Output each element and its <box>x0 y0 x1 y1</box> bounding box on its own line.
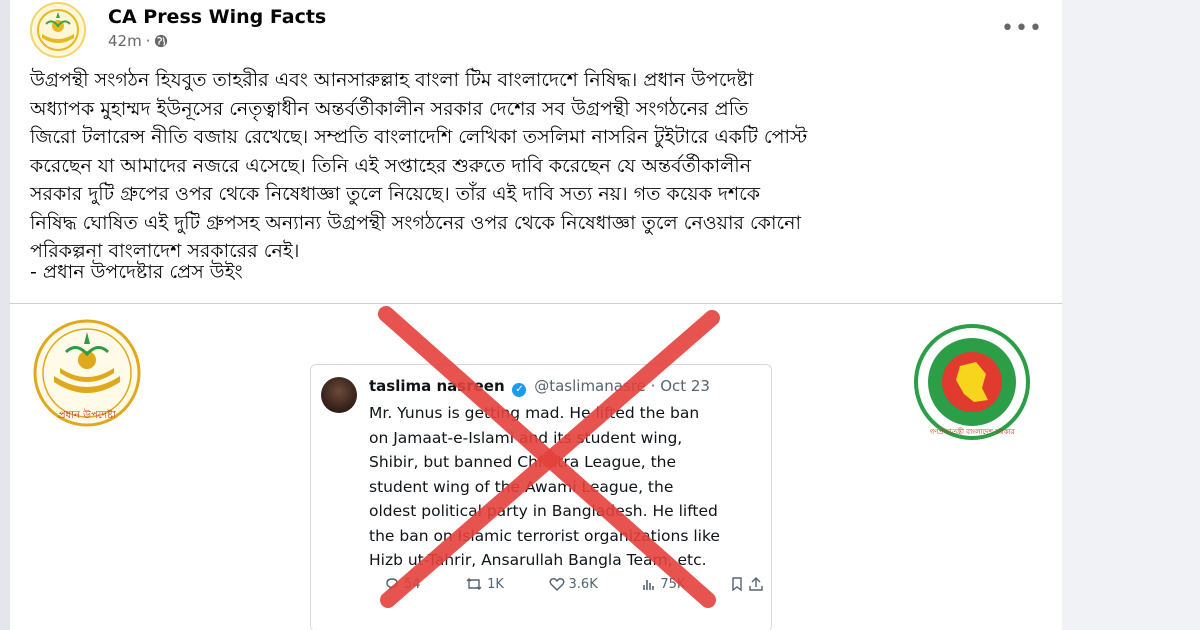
retweet-action: 1K <box>465 576 504 592</box>
facebook-post: CA Press Wing Facts 42m · ••• উগ্রপন্থী … <box>10 0 1062 630</box>
post-timestamp[interactable]: 42m <box>108 32 142 50</box>
reply-count: 54 <box>404 576 421 592</box>
tweet-text: Mr. Yunus is getting mad. He lifted the … <box>369 404 720 569</box>
retweet-icon <box>466 578 482 590</box>
tweet-date: Oct 23 <box>660 377 710 395</box>
share-actions <box>730 576 764 592</box>
post-options-button[interactable]: ••• <box>1001 10 1043 46</box>
bar-chart-icon <box>643 580 655 590</box>
government-emblem-icon <box>34 6 82 54</box>
tweet-handle-rest: nasre <box>604 377 646 395</box>
globe-icon[interactable] <box>154 34 168 48</box>
post-header: CA Press Wing Facts 42m · ••• <box>30 2 1043 58</box>
tweet-actions: 54 1K 3.6K 75K <box>384 572 764 596</box>
tweet-author-name: taslima n <box>369 377 448 395</box>
verified-badge-icon: ✓ <box>512 383 527 397</box>
post-image[interactable]: প্রধান উপদেষ্টা গণপ্রজাতন্ত্রী বাংলাদেশ … <box>10 304 1062 630</box>
right-logo-caption: গণপ্রজাতন্ত্রী বাংলাদেশ সরকার <box>930 427 1015 436</box>
like-count: 3.6K <box>568 576 598 592</box>
post-body: উগ্রপন্থী সংগঠন হিযবুত তাহরীর এবং আনসারু… <box>30 69 808 262</box>
bookmark-icon <box>732 577 742 592</box>
tweet-author-name-rest: asreen <box>447 377 505 395</box>
post-meta: 42m · <box>108 32 168 50</box>
tweet-header: taslima nasreen ✓ @taslimanasre · Oct 23 <box>369 377 710 397</box>
post-signature: - প্রধান উপদেষ্টার প্রেস উইং <box>30 261 243 283</box>
tweet-dot: · <box>650 377 656 395</box>
feed-background <box>1062 0 1200 630</box>
reply-icon <box>386 578 398 591</box>
heart-icon <box>549 578 565 591</box>
share-icon <box>749 577 763 591</box>
page-name[interactable]: CA Press Wing Facts <box>108 6 326 28</box>
tweet-handle: @taslima <box>534 377 605 395</box>
reply-action: 54 <box>384 576 421 592</box>
meta-separator: · <box>145 32 151 50</box>
retweet-count: 1K <box>487 576 504 592</box>
more-horizontal-icon: ••• <box>1001 15 1043 41</box>
view-count: 75K <box>660 576 686 592</box>
like-action: 3.6K <box>549 576 598 592</box>
views-action: 75K <box>642 576 685 592</box>
page-avatar[interactable] <box>30 2 86 58</box>
bangladesh-government-seal: গণপ্রজাতন্ত্রী বাংলাদেশ সরকার <box>914 324 1030 440</box>
chief-adviser-logo: প্রধান উপদেষ্টা <box>33 319 141 427</box>
left-logo-caption: প্রধান উপদেষ্টা <box>58 408 117 421</box>
tweet-avatar <box>321 377 357 413</box>
